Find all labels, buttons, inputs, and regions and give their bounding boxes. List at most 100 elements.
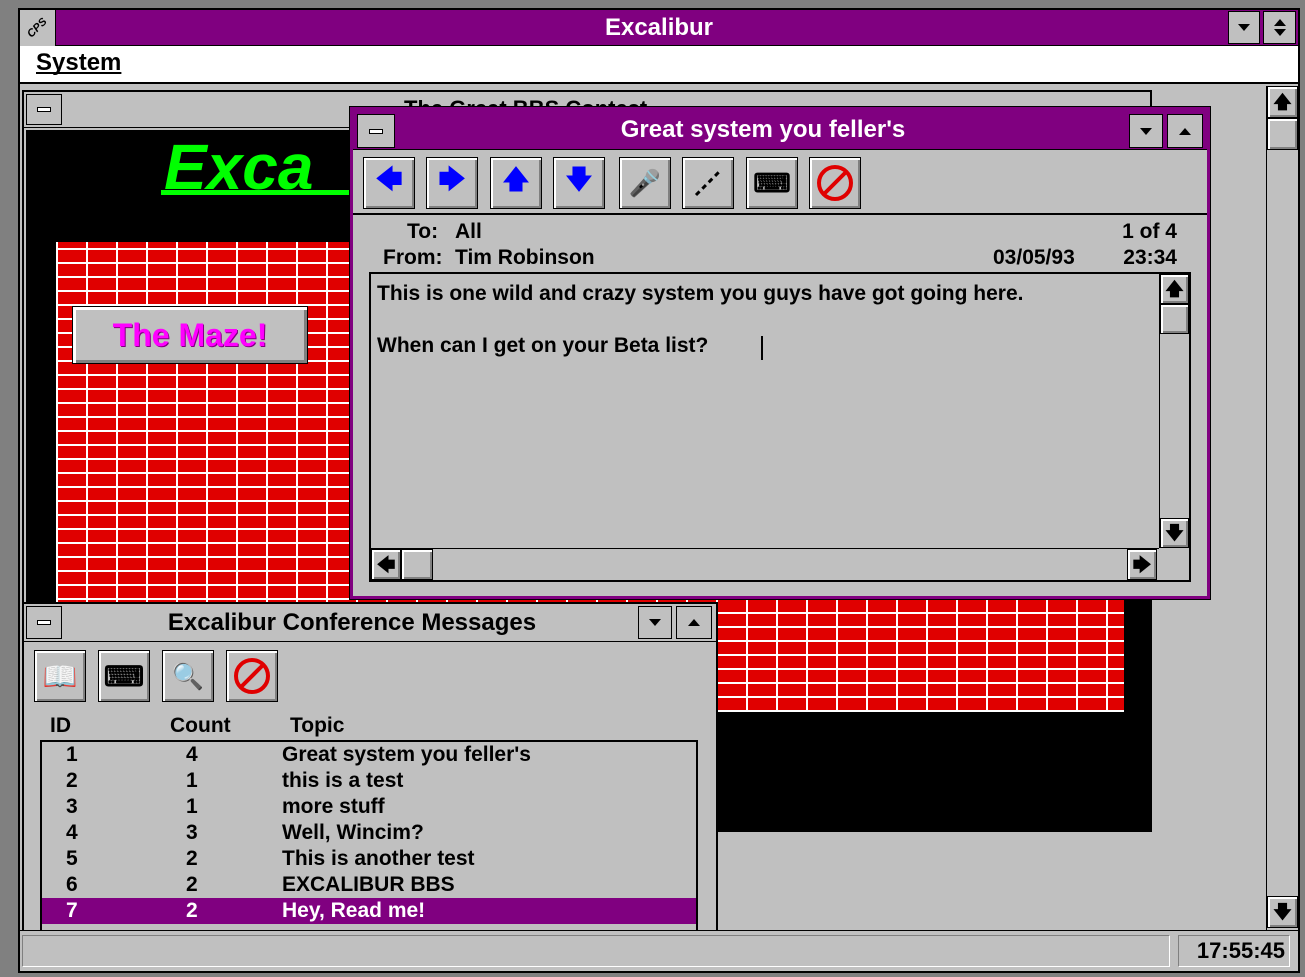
- row-count: 3: [186, 821, 198, 844]
- row-count: 2: [186, 899, 198, 922]
- restore-down-icon: [1273, 29, 1286, 36]
- row-count: 2: [186, 873, 198, 896]
- row-count: 2: [186, 847, 198, 870]
- app-icon-label: CPS: [25, 15, 50, 41]
- restore-up-icon: [1273, 19, 1286, 26]
- close-message-button[interactable]: [809, 157, 861, 209]
- list-item[interactable]: 2 1 this is a test: [42, 768, 696, 794]
- message-body[interactable]: This is one wild and crazy system you gu…: [369, 272, 1191, 582]
- new-message-button[interactable]: ⌨: [98, 650, 150, 702]
- conference-title: Excalibur Conference Messages: [167, 609, 537, 636]
- search-book-icon: 🔍: [171, 660, 205, 691]
- list-item[interactable]: 4 3 Well, Wincim?: [42, 820, 696, 846]
- list-item[interactable]: 6 2 EXCALIBUR BBS: [42, 872, 696, 898]
- conference-close-button[interactable]: [226, 650, 278, 702]
- down-arrow-icon: 🡇: [1273, 902, 1292, 922]
- list-item[interactable]: 7 2 Hey, Read me!: [42, 898, 696, 924]
- column-topic[interactable]: Topic: [290, 714, 344, 738]
- row-id: 2: [66, 769, 78, 792]
- next-arrow-icon: 🡆: [438, 164, 466, 194]
- cancel-icon: [817, 165, 853, 201]
- next-message-button[interactable]: 🡆: [426, 157, 478, 209]
- main-scroll-up[interactable]: 🡅: [1267, 86, 1298, 118]
- main-restore-button[interactable]: [1263, 11, 1296, 44]
- row-id: 3: [66, 795, 78, 818]
- status-clock: 17:55:45: [1196, 938, 1285, 963]
- message-titlebar[interactable]: Great system you feller's: [353, 110, 1207, 150]
- menu-system[interactable]: System: [36, 49, 121, 77]
- conference-window[interactable]: Excalibur Conference Messages 📖 ⌨ 🔍 ID C…: [22, 602, 718, 932]
- body-scroll-thumb[interactable]: [1160, 304, 1189, 334]
- row-topic: this is a test: [282, 769, 404, 792]
- row-count: 1: [186, 769, 198, 792]
- message-maximize-button[interactable]: [1167, 114, 1203, 148]
- conference-system-menu[interactable]: [26, 606, 62, 639]
- record-button[interactable]: 🎤: [619, 157, 671, 209]
- minimize-icon: [1140, 127, 1152, 135]
- down-arrow-icon: 🡇: [565, 164, 593, 194]
- maximize-icon: [1179, 127, 1191, 135]
- conference-maximize-button[interactable]: [676, 606, 712, 639]
- body-scroll-up[interactable]: 🡅: [1160, 274, 1189, 304]
- from-label: From:: [383, 246, 443, 269]
- main-title-bar[interactable]: Excalibur: [20, 10, 1298, 46]
- right-arrow-icon: 🡆: [1132, 554, 1152, 575]
- system-menu-icon: [369, 128, 383, 134]
- message-window[interactable]: Great system you feller's 🡄 🡆 🡅 🡇 🎤 ⌨ To…: [349, 106, 1211, 600]
- row-topic: Hey, Read me!: [282, 899, 426, 922]
- thread-up-button[interactable]: 🡅: [490, 157, 542, 209]
- read-button[interactable]: 📖: [34, 650, 86, 702]
- up-arrow-icon: 🡅: [1165, 279, 1184, 299]
- main-minimize-button[interactable]: [1228, 11, 1260, 44]
- link-button[interactable]: [682, 157, 734, 209]
- bg-system-menu[interactable]: [26, 94, 62, 125]
- column-id[interactable]: ID: [50, 714, 71, 738]
- minimize-icon: [1238, 24, 1250, 31]
- conference-titlebar[interactable]: Excalibur Conference Messages: [24, 604, 716, 642]
- list-item[interactable]: 1 4 Great system you feller's: [42, 742, 696, 768]
- message-date: 03/05/93: [993, 246, 1075, 269]
- message-system-menu[interactable]: [357, 114, 395, 148]
- main-scroll-thumb[interactable]: [1267, 118, 1298, 150]
- cancel-icon: [234, 658, 270, 694]
- body-hscrollbar[interactable]: 🡄 🡆: [371, 548, 1159, 580]
- body-hscroll-thumb[interactable]: [401, 549, 433, 580]
- maze-button-label: The Maze!: [112, 316, 268, 353]
- row-id: 5: [66, 847, 78, 870]
- main-scroll-down[interactable]: 🡇: [1267, 896, 1298, 928]
- system-menu-icon: [37, 620, 51, 625]
- link-icon: [694, 169, 722, 197]
- body-scroll-left[interactable]: 🡄: [371, 549, 401, 580]
- list-item[interactable]: 3 1 more stuff: [42, 794, 696, 820]
- maze-button[interactable]: The Maze!: [72, 306, 308, 364]
- message-minimize-button[interactable]: [1129, 114, 1163, 148]
- minimize-icon: [649, 619, 661, 626]
- down-arrow-icon: 🡇: [1165, 523, 1184, 543]
- main-vscrollbar[interactable]: 🡅 🡇: [1266, 86, 1298, 930]
- body-scroll-down[interactable]: 🡇: [1160, 518, 1189, 548]
- status-clock-panel: 17:55:45: [1178, 935, 1290, 967]
- reply-button[interactable]: ⌨: [746, 157, 798, 209]
- system-menu-icon: [37, 107, 51, 112]
- body-vscrollbar[interactable]: 🡅 🡇: [1159, 274, 1189, 548]
- message-list[interactable]: 1 4 Great system you feller's 2 1 this is a t…: [40, 740, 698, 932]
- typewriter-icon: ⌨: [753, 167, 791, 198]
- list-item[interactable]: 5 2 This is another test: [42, 846, 696, 872]
- message-window-title: Great system you feller's: [620, 116, 906, 143]
- message-body-line2: When can I get on your Beta list?: [377, 334, 709, 357]
- row-topic: This is another test: [282, 847, 475, 870]
- column-count[interactable]: Count: [170, 714, 231, 738]
- row-id: 4: [66, 821, 78, 844]
- search-button[interactable]: 🔍: [162, 650, 214, 702]
- conference-minimize-button[interactable]: [638, 606, 672, 639]
- text-cursor: [761, 336, 763, 360]
- prev-message-button[interactable]: 🡄: [363, 157, 415, 209]
- body-scroll-right[interactable]: 🡆: [1127, 549, 1157, 580]
- to-value: All: [455, 220, 482, 243]
- status-main-panel: [22, 935, 1170, 967]
- left-arrow-icon: 🡄: [376, 554, 396, 575]
- app-system-icon[interactable]: CPS: [20, 10, 56, 46]
- row-id: 6: [66, 873, 78, 896]
- thread-down-button[interactable]: 🡇: [553, 157, 605, 209]
- status-bar: 17:55:45: [20, 930, 1298, 971]
